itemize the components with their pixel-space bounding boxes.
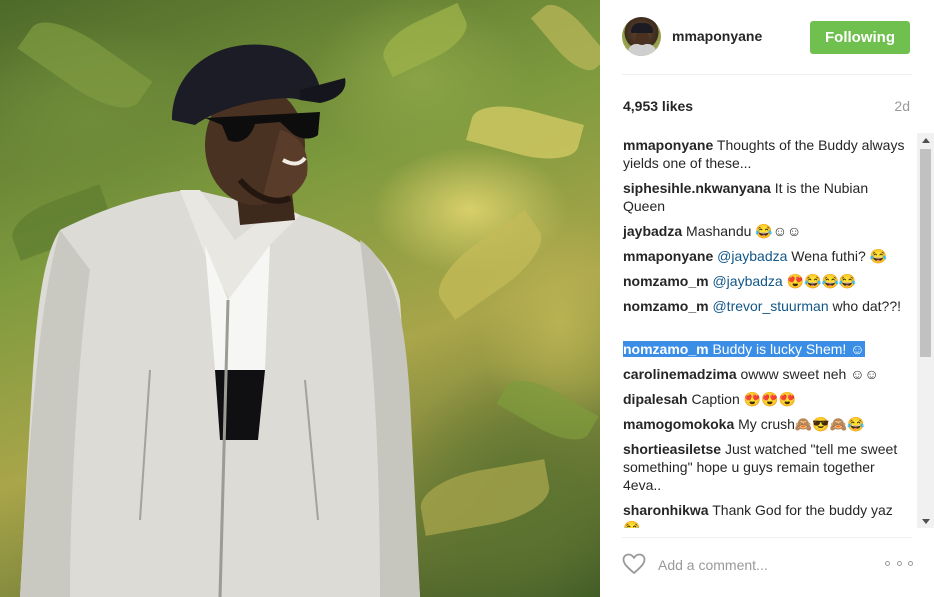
scrollbar-thumb[interactable] — [920, 149, 931, 357]
comment-username[interactable]: jaybadza — [623, 223, 682, 239]
list-item: mamogomokoka My crush🙈😎🙈😂 — [623, 415, 908, 433]
scroll-down-arrow-icon[interactable] — [917, 514, 934, 528]
comment-username[interactable]: mmaponyane — [623, 248, 713, 264]
list-item: sharonhikwa Thank God for the buddy yaz … — [623, 501, 908, 528]
list-item: nomzamo_m @trevor_stuurman who dat??! — [623, 297, 908, 315]
comment-mention-link[interactable]: @jaybadza — [712, 273, 782, 289]
comment-username[interactable]: carolinemadzima — [623, 366, 737, 382]
comment-username[interactable]: siphesihle.nkwanyana — [623, 180, 771, 196]
comment-text: Wena futhi? 😂 — [787, 248, 888, 264]
comments-scrollbar[interactable] — [917, 133, 934, 528]
comment-username[interactable]: shortieasiletse — [623, 441, 721, 457]
list-item: shortieasiletse Just watched "tell me sw… — [623, 440, 908, 494]
list-item: mmaponyane @jaybadza Wena futhi? 😂 — [623, 247, 908, 265]
list-item: carolinemadzima owww sweet neh ☺☺ — [623, 365, 908, 383]
comment-username[interactable]: nomzamo_m — [623, 298, 709, 314]
comments-list[interactable]: mmaponyane Thoughts of the Buddy always … — [600, 133, 920, 528]
likes-count[interactable]: 4,953 likes — [623, 98, 693, 114]
heart-icon[interactable] — [622, 553, 646, 575]
comment-text: who dat??! — [828, 298, 902, 314]
list-item-selected: nomzamo_m Buddy is lucky Shem! ☺ — [623, 340, 908, 358]
list-item: mmaponyane Thoughts of the Buddy always … — [623, 136, 908, 172]
avatar[interactable] — [622, 17, 661, 56]
comment-username[interactable]: nomzamo_m — [623, 273, 709, 289]
comment-text: Caption 😍😍😍 — [687, 391, 796, 407]
comment-text: Buddy is lucky Shem! ☺ — [708, 341, 865, 357]
add-comment-input[interactable] — [658, 554, 858, 576]
comment-username[interactable]: nomzamo_m — [623, 341, 709, 357]
scroll-up-arrow-icon[interactable] — [917, 133, 934, 147]
comment-username[interactable]: sharonhikwa — [623, 502, 709, 518]
list-item: siphesihle.nkwanyana It is the Nubian Qu… — [623, 179, 908, 215]
header-divider — [622, 74, 912, 75]
person-illustration — [20, 44, 420, 597]
post-details-panel: mmaponyane Following 4,953 likes 2d mmap… — [600, 0, 934, 597]
comment-mention-link[interactable]: @trevor_stuurman — [712, 298, 828, 314]
username-link[interactable]: mmaponyane — [672, 28, 762, 44]
more-options-icon[interactable] — [885, 553, 913, 573]
comment-text: 😍😂😂😂 — [782, 273, 857, 289]
post-header: mmaponyane Following — [600, 0, 934, 74]
list-item: nomzamo_m @jaybadza 😍😂😂😂 — [623, 272, 908, 290]
comment-username[interactable]: dipalesah — [623, 391, 688, 407]
post-photo[interactable] — [0, 0, 600, 597]
post-footer — [600, 540, 934, 597]
comment-text: Mashandu 😂☺☺ — [682, 223, 802, 239]
list-item: dipalesah Caption 😍😍😍 — [623, 390, 908, 408]
following-button[interactable]: Following — [810, 21, 910, 54]
comment-text: My crush🙈😎🙈😂 — [734, 416, 865, 432]
comment-username[interactable]: mmaponyane — [623, 137, 713, 153]
footer-divider — [622, 537, 912, 538]
comment-username[interactable]: mamogomokoka — [623, 416, 734, 432]
comment-mention-link[interactable]: @jaybadza — [717, 248, 787, 264]
post-age[interactable]: 2d — [894, 98, 910, 114]
list-item: jaybadza Mashandu 😂☺☺ — [623, 222, 908, 240]
comment-text: owww sweet neh ☺☺ — [736, 366, 879, 382]
